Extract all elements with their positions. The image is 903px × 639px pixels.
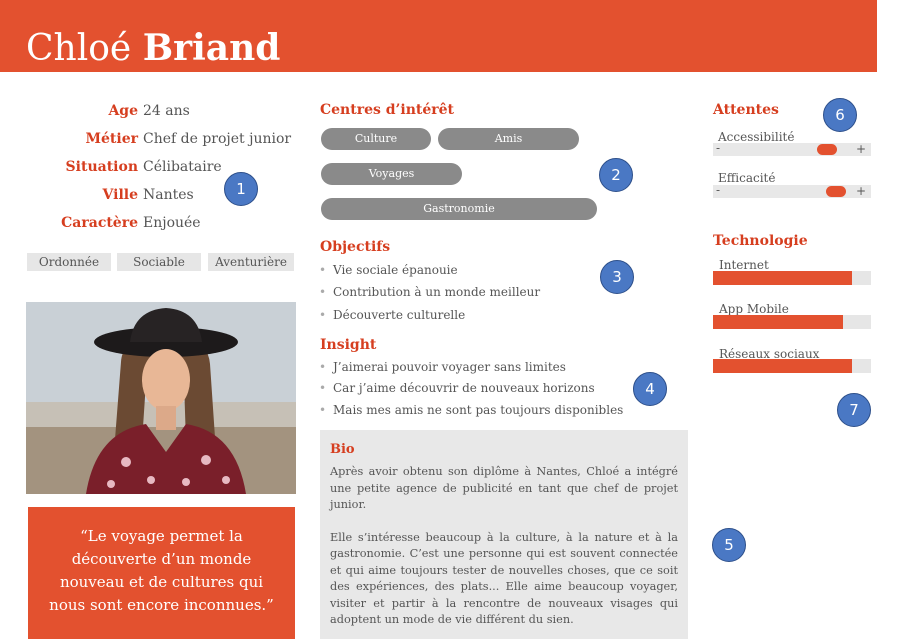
efficiency-slider: - +: [713, 183, 871, 198]
goal-item: Découverte culturelle: [319, 307, 465, 323]
header-banner: Chloé Briand: [0, 0, 877, 72]
expectations-title: Attentes: [713, 102, 779, 118]
slider-knob: [826, 186, 846, 197]
character-value: Enjouée: [143, 215, 201, 231]
interest-pill: Amis: [438, 128, 579, 150]
accessibility-slider: - +: [713, 141, 871, 156]
age-label: Age: [108, 103, 138, 119]
technology-title: Technologie: [713, 233, 808, 249]
job-value: Chef de projet junior: [143, 131, 292, 147]
plus-icon: +: [855, 142, 866, 156]
city-value: Nantes: [143, 187, 194, 203]
callout-marker-3: 3: [600, 260, 634, 294]
tech-label: App Mobile: [719, 302, 789, 316]
goals-title: Objectifs: [320, 239, 391, 255]
tech-bar-fill: [713, 315, 843, 329]
insight-item: J’aimerai pouvoir voyager sans limites: [319, 359, 566, 375]
insight-item: Car j’aime découvrir de nouveaux horizon…: [319, 380, 595, 396]
bio-title: Bio: [330, 442, 355, 457]
trait-tag: Sociable: [117, 253, 201, 271]
callout-marker-7: 7: [837, 393, 871, 427]
age-value: 24 ans: [143, 103, 190, 119]
minus-icon: -: [716, 141, 721, 155]
interest-pill: Voyages: [321, 163, 462, 185]
city-label: Ville: [102, 187, 138, 203]
first-name: Chloé: [26, 28, 132, 69]
interest-pill: Culture: [321, 128, 431, 150]
situation-row: Situation: [28, 156, 138, 178]
slider-label: Accessibilité: [718, 130, 795, 144]
goal-item: Contribution à un monde meilleur: [319, 284, 540, 300]
interests-title: Centres d’intérêt: [320, 102, 455, 118]
slider-knob: [817, 144, 837, 155]
social-bar-track: [713, 359, 871, 373]
insight-title: Insight: [320, 337, 377, 353]
callout-marker-1: 1: [224, 172, 258, 206]
bio-panel: Bio Après avoir obtenu son diplôme à Nan…: [320, 430, 688, 639]
persona-photo: [26, 302, 296, 494]
character-label: Caractère: [61, 215, 138, 231]
app-mobile-bar-track: [713, 315, 871, 329]
plus-icon: +: [855, 184, 866, 198]
trait-tag: Aventurière: [208, 253, 294, 271]
tech-label: Internet: [719, 258, 769, 272]
slider-label: Efficacité: [718, 171, 776, 185]
bio-paragraph: Elle s’intéresse beaucoup à la culture, …: [330, 530, 678, 627]
trait-tag: Ordonnée: [27, 253, 111, 271]
job-row: Métier: [28, 128, 138, 150]
minus-icon: -: [716, 183, 721, 197]
character-row: Caractère: [28, 212, 138, 234]
persona-quote: “Le voyage permet la découverte d’un mon…: [28, 507, 295, 639]
tech-bar-fill: [713, 359, 853, 373]
callout-marker-5: 5: [712, 528, 746, 562]
insight-item: Mais mes amis ne sont pas toujours dispo…: [319, 402, 623, 418]
situation-label: Situation: [65, 159, 138, 175]
tech-bar-fill: [713, 271, 853, 285]
city-row: Ville: [28, 184, 138, 206]
portrait-illustration: [26, 302, 296, 494]
last-name: Briand: [142, 27, 281, 69]
callout-marker-2: 2: [599, 158, 633, 192]
callout-marker-4: 4: [633, 372, 667, 406]
age-row: Age: [28, 100, 138, 122]
callout-marker-6: 6: [823, 98, 857, 132]
interest-pill: Gastronomie: [321, 198, 597, 220]
goal-item: Vie sociale épanouie: [319, 262, 458, 278]
internet-bar-track: [713, 271, 871, 285]
bio-paragraph: Après avoir obtenu son diplôme à Nantes,…: [330, 465, 678, 511]
job-label: Métier: [85, 131, 138, 147]
situation-value: Célibataire: [143, 159, 222, 175]
persona-name: Chloé Briand: [26, 26, 280, 71]
